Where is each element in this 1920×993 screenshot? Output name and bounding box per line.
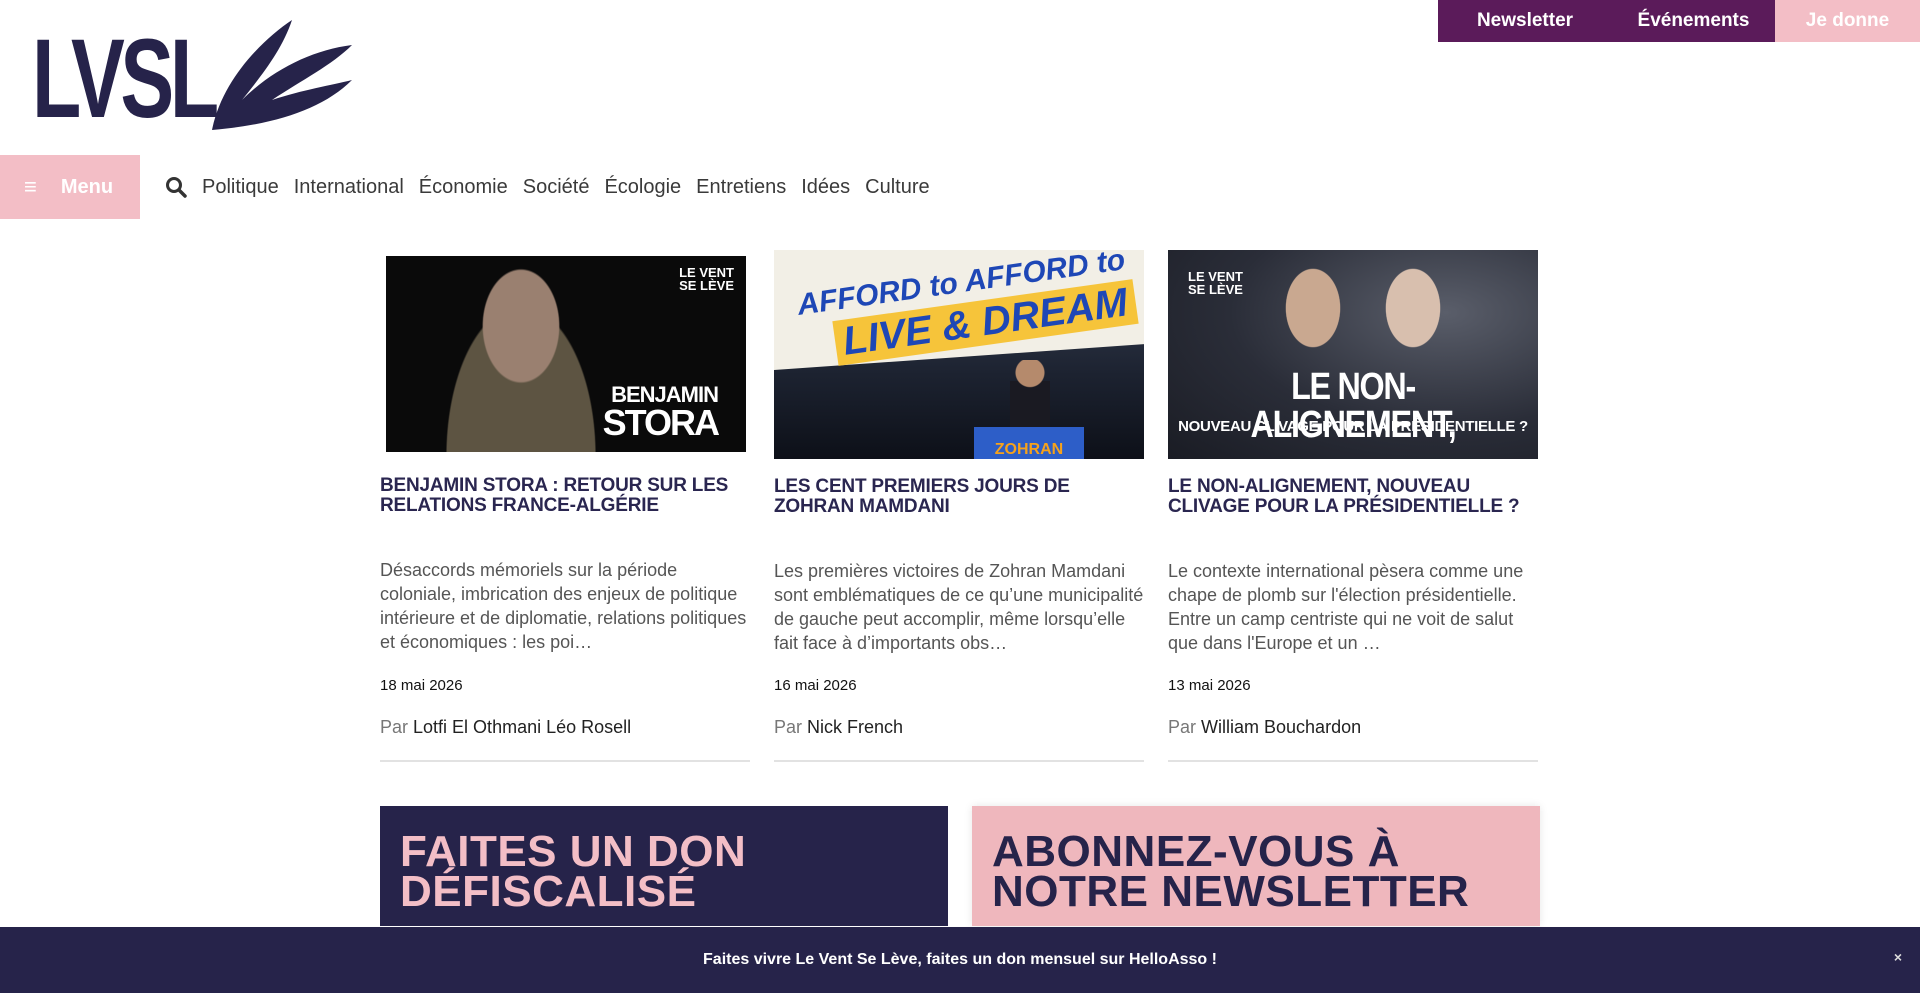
article-title[interactable]: LES CENT PREMIERS JOURS DE ZOHRAN MAMDAN… bbox=[774, 477, 1144, 549]
thumb-subheadline: NOUVEAU CLIVAGE POUR LA PRÉSIDENTIELLE ? bbox=[1178, 418, 1528, 435]
byline-prefix: Par bbox=[380, 717, 409, 737]
article-excerpt: Désaccords mémoriels sur la période colo… bbox=[380, 560, 747, 652]
newsletter-button[interactable]: Newsletter bbox=[1438, 0, 1612, 42]
article-card: LE VENT SE LÈVE LE NON-ALIGNEMENT, NOUVE… bbox=[1168, 250, 1538, 762]
podium-sign: ZOHRAN bbox=[974, 427, 1084, 459]
donation-promo[interactable]: FAITES UN DON DÉFISCALISÉ bbox=[380, 806, 948, 926]
article-title[interactable]: LE NON-ALIGNEMENT, NOUVEAU CLIVAGE POUR … bbox=[1168, 477, 1538, 549]
menu-label: Menu bbox=[60, 175, 114, 198]
logo-text: LVSL bbox=[32, 16, 219, 141]
search-icon[interactable] bbox=[164, 175, 188, 199]
nav-link-ecologie[interactable]: Écologie bbox=[604, 176, 681, 199]
nav-links: Politique International Économie Société… bbox=[202, 176, 930, 199]
donate-button[interactable]: Je donne bbox=[1775, 0, 1920, 42]
speaker-image bbox=[1010, 360, 1050, 430]
article-author[interactable]: William Bouchardon bbox=[1201, 717, 1361, 737]
article-excerpt: Les premières victoires de Zohran Mamdan… bbox=[774, 561, 1144, 653]
nav-link-economie[interactable]: Économie bbox=[419, 176, 508, 199]
top-bar: Newsletter Événements Je donne bbox=[1438, 0, 1920, 42]
article-thumbnail[interactable]: LE VENT SE LÈVE LE NON-ALIGNEMENT, NOUVE… bbox=[1168, 250, 1538, 459]
hamburger-icon: ≡ bbox=[24, 174, 37, 199]
article-date: 16 mai 2026 bbox=[774, 677, 857, 694]
brand-watermark: LE VENT SE LÈVE bbox=[679, 265, 734, 293]
main-nav: ≡ Menu Politique International Économie … bbox=[0, 155, 930, 219]
article-byline: Par Nick French bbox=[774, 717, 903, 738]
byline-prefix: Par bbox=[774, 717, 803, 737]
donation-sticky-banner[interactable]: Faites vivre Le Vent Se Lève, faites un … bbox=[0, 927, 1920, 993]
events-button[interactable]: Événements bbox=[1612, 0, 1775, 42]
article-thumbnail[interactable]: AFFORD to AFFORD to LIVE & DREAM ZOHRAN bbox=[774, 250, 1144, 459]
portrait-image bbox=[1363, 260, 1463, 380]
thumb-name-last: STORA bbox=[602, 402, 720, 443]
sticky-banner-text[interactable]: Faites vivre Le Vent Se Lève, faites un … bbox=[703, 951, 1217, 969]
article-byline: Par Lotfi El Othmani Léo Rosell bbox=[380, 717, 631, 738]
article-grid: LE VENT SE LÈVE BENJAMIN STORA BENJAMIN … bbox=[380, 250, 1540, 762]
site-logo[interactable]: LVSL bbox=[32, 16, 352, 141]
wing-icon bbox=[212, 20, 352, 130]
article-date: 18 mai 2026 bbox=[380, 677, 463, 694]
menu-button[interactable]: ≡ Menu bbox=[0, 155, 140, 219]
nav-link-international[interactable]: International bbox=[294, 176, 404, 199]
article-excerpt: Le contexte international pèsera comme u… bbox=[1168, 561, 1524, 653]
article-date: 13 mai 2026 bbox=[1168, 677, 1251, 694]
portrait-image bbox=[426, 266, 616, 452]
nav-link-societe[interactable]: Société bbox=[523, 176, 590, 199]
nav-link-idees[interactable]: Idées bbox=[801, 176, 850, 199]
article-thumbnail[interactable]: LE VENT SE LÈVE BENJAMIN STORA bbox=[386, 256, 746, 452]
byline-prefix: Par bbox=[1168, 717, 1197, 737]
article-author[interactable]: Nick French bbox=[807, 717, 903, 737]
newsletter-promo-title: ABONNEZ-VOUS À NOTRE NEWSLETTER bbox=[992, 827, 1470, 916]
nav-link-politique[interactable]: Politique bbox=[202, 176, 279, 199]
brand-watermark: LE VENT SE LÈVE bbox=[1188, 269, 1243, 297]
nav-link-culture[interactable]: Culture bbox=[865, 176, 929, 199]
newsletter-promo[interactable]: ABONNEZ-VOUS À NOTRE NEWSLETTER bbox=[972, 806, 1540, 926]
article-author[interactable]: Lotfi El Othmani Léo Rosell bbox=[413, 717, 631, 737]
article-card: LE VENT SE LÈVE BENJAMIN STORA BENJAMIN … bbox=[380, 250, 750, 762]
portrait-image bbox=[1263, 260, 1363, 380]
article-byline: Par William Bouchardon bbox=[1168, 717, 1361, 738]
article-title[interactable]: BENJAMIN STORA : RETOUR SUR LES RELATION… bbox=[380, 476, 750, 548]
close-icon[interactable]: × bbox=[1894, 949, 1902, 965]
donation-promo-title: FAITES UN DON DÉFISCALISÉ bbox=[400, 827, 747, 916]
article-card: AFFORD to AFFORD to LIVE & DREAM ZOHRAN … bbox=[774, 250, 1144, 762]
promo-blocks: FAITES UN DON DÉFISCALISÉ ABONNEZ-VOUS À… bbox=[380, 806, 1540, 926]
nav-link-entretiens[interactable]: Entretiens bbox=[696, 176, 786, 199]
